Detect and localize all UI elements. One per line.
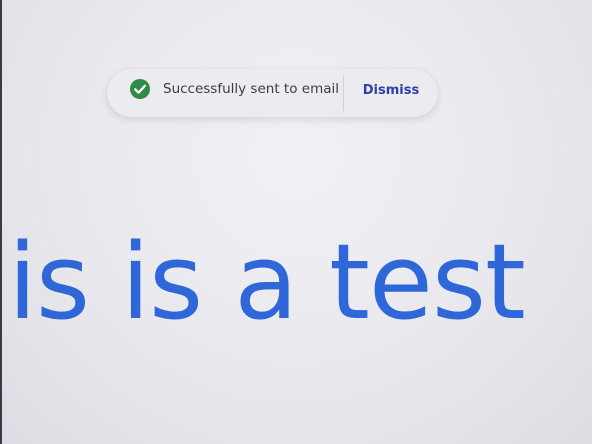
check-circle-icon [129, 78, 151, 100]
dismiss-button[interactable]: Dismiss [357, 83, 425, 98]
toast-notification: Successfully sent to email Dismiss [107, 69, 438, 117]
document-text: is is a test [8, 221, 526, 343]
toast-message: Successfully sent to email [163, 81, 339, 97]
screen-edge [0, 0, 2, 444]
toast-divider [343, 75, 344, 111]
